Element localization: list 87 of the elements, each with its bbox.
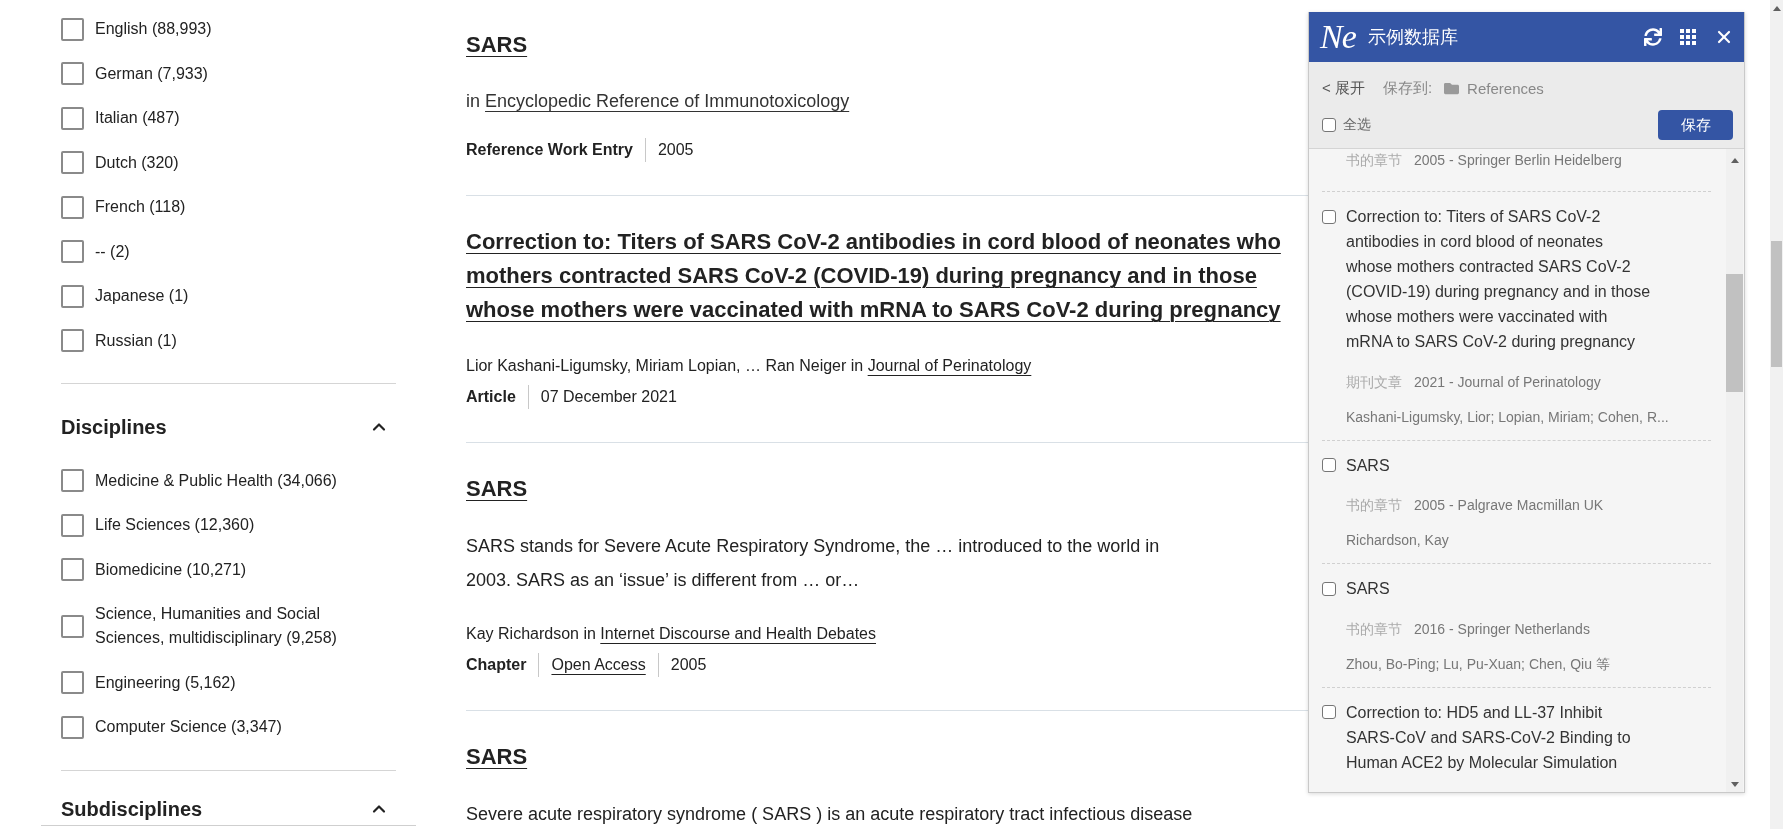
apps-button[interactable]: [1680, 29, 1696, 45]
section-heading: Subdisciplines: [61, 796, 203, 821]
reference-authors: Kashani-Ligumsky, Lior; Lopian, Miriam; Cohen, R...: [1346, 407, 1669, 427]
reference-title: Correction to: Titers of SARS CoV-2 antibodies in cord blood of neonates whose mothers contracted SARS CoV-2 (COVID-19) during pregnancy and in those whose mothers were vaccinated with mRNA to SARS CoV-2 during pregnancy: [1346, 207, 1651, 352]
checkbox[interactable]: [61, 614, 84, 638]
result-title-link[interactable]: SARS: [466, 28, 528, 62]
content-type: Article: [466, 388, 516, 406]
checkbox[interactable]: [61, 240, 84, 263]
result-title-link[interactable]: SARS: [466, 740, 528, 774]
filter-option-label: German (7,933): [95, 63, 208, 84]
refresh-button[interactable]: [1644, 28, 1662, 46]
filter-option-label: English (88,993): [95, 19, 212, 39]
publication-date: 2005: [670, 656, 707, 674]
reference-authors: Zhou, Bo-Ping; Lu, Pu-Xuan; Chen, Qiu 等: [1346, 654, 1610, 674]
filter-option-label: Biomedicine (10,271): [95, 559, 247, 580]
checkbox[interactable]: [61, 715, 84, 739]
checkbox[interactable]: [61, 62, 84, 85]
checkbox[interactable]: [1322, 705, 1336, 719]
checkbox[interactable]: [61, 469, 84, 492]
save-button[interactable]: 保存: [1658, 110, 1733, 140]
filter-option-label: Life Sciences (12,360): [95, 515, 255, 535]
reference-source: 2005 - Palgrave Macmillan UK: [1414, 496, 1604, 515]
filter-option-label: Japanese (1): [95, 286, 189, 306]
checkbox[interactable]: [61, 329, 84, 352]
scrollbar-thumb[interactable]: [1771, 241, 1782, 367]
source-line: in Encyclopedic Reference of Immunotoxicology: [466, 90, 850, 113]
checkbox[interactable]: [61, 106, 84, 130]
checkbox[interactable]: [61, 284, 84, 308]
content-type: Chapter: [466, 656, 527, 674]
select-all-label: 全选: [1343, 116, 1371, 134]
filter-option-label: Russian (1): [95, 330, 177, 351]
grid-icon: [1680, 29, 1696, 45]
refresh-icon: [1644, 28, 1662, 46]
author-line: Lior Kashani-Ligumsky, Miriam Lopian, … Ran Neiger in Journal of Perinatology: [466, 356, 1032, 376]
scroll-down-icon[interactable]: [1730, 782, 1739, 787]
checkbox[interactable]: [61, 195, 84, 219]
result-title-link[interactable]: Correction to: Titers of SARS CoV-2 antibodies in cord blood of neonates who mothers contracted SARS CoV-2 (COVID-19) during pregnancy and in those whose mothers were vaccinated with mRNA to SARS CoV-2 during pregnancy: [466, 225, 1281, 327]
checkbox[interactable]: [61, 558, 84, 581]
expand-button[interactable]: < 展开: [1322, 78, 1365, 98]
result-snippet: Severe acute respiratory syndrome ( SARS ) is an acute respiratory tract infectious disease: [466, 803, 1193, 826]
reference-title: SARS: [1346, 579, 1390, 599]
result-snippet: SARS stands for Severe Acute Respiratory Syndrome, the … introduced to the world in 2003. SARS as an ‘issue’ is different from … or…: [466, 535, 1160, 592]
checkbox[interactable]: [61, 513, 84, 537]
content-type: Reference Work Entry: [466, 141, 633, 159]
reference-type: 书的章节: [1346, 619, 1402, 639]
filter-option-label: Computer Science (3,347): [95, 717, 282, 737]
checkbox[interactable]: [61, 151, 84, 174]
author-line: Kay Richardson in Internet Discourse and Health Debates: [466, 624, 876, 644]
panel-title: 示例数据库: [1367, 26, 1458, 49]
checkbox[interactable]: [61, 17, 84, 41]
filter-option-label: Science, Humanities and Social Sciences, multidisciplinary (9,258): [95, 604, 338, 648]
reference-title: Correction to: HD5 and LL-37 Inhibit SARS-CoV and SARS-CoV-2 Binding to Human ACE2 by Molecular Simulation: [1346, 702, 1631, 773]
filter-option-label: Engineering (5,162): [95, 672, 236, 693]
reference-source: 2016 - Springer Netherlands: [1414, 619, 1590, 639]
checkbox[interactable]: [1322, 581, 1336, 596]
save-to-label: 保存到:: [1382, 78, 1433, 98]
scroll-up-icon[interactable]: [1772, 6, 1781, 11]
publication-date: 07 December 2021: [540, 388, 677, 406]
filter-option-label: French (118): [95, 197, 186, 217]
checkbox[interactable]: [1322, 118, 1336, 132]
publication-link[interactable]: Internet Discourse and Health Debates: [600, 625, 876, 642]
publication-link[interactable]: Journal of Perinatology: [867, 357, 1032, 374]
filter-option-label: Italian (487): [95, 108, 180, 128]
scrollbar-thumb[interactable]: [1726, 274, 1743, 392]
page-scrollbar[interactable]: [1770, 0, 1783, 829]
filter-option-label: Medicine & Public Health (34,066): [95, 470, 337, 491]
scroll-up-icon[interactable]: [1730, 158, 1739, 163]
filter-option-label: Dutch (320): [95, 152, 179, 173]
reference-title: SARS: [1346, 455, 1390, 476]
checkbox[interactable]: [1322, 458, 1336, 472]
app-logo: Ne: [1320, 17, 1356, 57]
reference-authors: Richardson, Kay: [1346, 531, 1449, 550]
reference-type: 期刊文章: [1346, 372, 1402, 392]
publication-link[interactable]: Encyclopedic Reference of Immunotoxicology: [485, 91, 850, 111]
filter-option-label: -- (2): [95, 241, 130, 262]
access-link[interactable]: Open Access: [551, 656, 646, 674]
publication-date: 2005: [657, 141, 694, 159]
checkbox[interactable]: [1322, 209, 1336, 224]
reference-type: 书的章节: [1346, 151, 1402, 170]
reference-source: 2021 - Journal of Perinatology: [1414, 372, 1601, 392]
result-title-link[interactable]: SARS: [466, 472, 528, 506]
reference-source: 2005 - Springer Berlin Heidelberg: [1414, 151, 1622, 170]
folder-icon: [1444, 80, 1460, 96]
list-scrollbar[interactable]: [1726, 149, 1743, 792]
reference-type: 书的章节: [1346, 496, 1402, 515]
section-heading: Disciplines: [61, 414, 167, 440]
checkbox[interactable]: [61, 671, 84, 694]
